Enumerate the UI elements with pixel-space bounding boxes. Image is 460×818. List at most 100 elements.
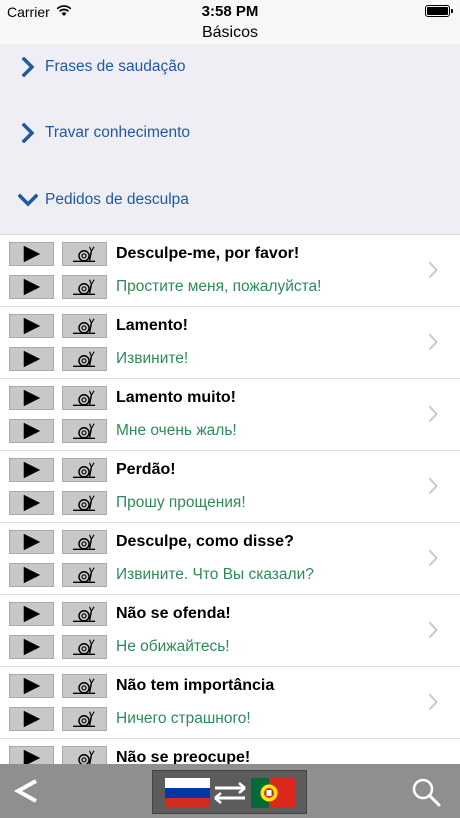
play-icon <box>23 245 41 263</box>
snail-icon <box>78 750 95 764</box>
play-icon <box>23 494 41 512</box>
phrase-text: Não tem importância <box>116 677 275 694</box>
play-translation-button[interactable] <box>9 275 54 299</box>
play-original-button[interactable] <box>9 242 54 266</box>
snail-icon <box>73 318 96 335</box>
play-translation-button[interactable] <box>9 707 54 731</box>
search-icon[interactable] <box>410 776 442 808</box>
disclosure-chevron-icon <box>428 333 438 351</box>
phrase-translation: Прошу прощения! <box>116 494 246 511</box>
snail-icon <box>73 711 96 728</box>
snail-icon <box>73 534 96 551</box>
play-translation-button[interactable] <box>9 563 54 587</box>
phrase-translation: Извините. Что Вы сказали? <box>116 566 314 583</box>
phrase-translation: Мне очень жаль! <box>116 422 237 439</box>
play-icon <box>23 710 41 728</box>
play-icon <box>23 317 41 335</box>
page-title: Básicos <box>201 24 259 41</box>
disclosure-chevron-icon <box>428 621 438 639</box>
phrase-row[interactable]: Não se preocupe! <box>0 739 460 764</box>
phrase-text: Desculpe-me, por favor! <box>116 245 300 262</box>
language-switch-button[interactable] <box>152 770 307 814</box>
play-original-button[interactable] <box>9 746 54 764</box>
section-acquaintance[interactable]: Travar conhecimento <box>0 113 460 153</box>
chevron-right-icon <box>21 123 35 143</box>
play-slow-translation-button[interactable] <box>62 491 107 515</box>
play-slow-translation-button[interactable] <box>62 707 107 731</box>
snail-icon <box>73 246 96 263</box>
phrase-translation: Извините! <box>116 350 189 367</box>
play-icon <box>23 638 41 656</box>
snail-icon <box>73 462 96 479</box>
phrase-text: Desculpe, como disse? <box>116 533 294 550</box>
play-original-button[interactable] <box>9 674 54 698</box>
play-icon <box>23 749 41 764</box>
play-icon <box>23 677 41 695</box>
chevron-down-icon <box>18 193 38 207</box>
play-original-button[interactable] <box>9 386 54 410</box>
play-icon <box>23 566 41 584</box>
snail-icon <box>73 639 96 656</box>
play-slow-translation-button[interactable] <box>62 635 107 659</box>
snail-icon <box>73 495 96 512</box>
disclosure-chevron-icon <box>428 261 438 279</box>
status-bar: Carrier 3:58 PM <box>0 0 460 22</box>
phrase-text: Não se preocupe! <box>116 749 251 764</box>
play-slow-original-button[interactable] <box>62 746 107 764</box>
battery-icon <box>425 5 453 17</box>
phrase-row[interactable]: Não tem importância Ничего страшного! <box>0 667 460 739</box>
phrase-text: Lamento! <box>116 317 188 334</box>
play-original-button[interactable] <box>9 314 54 338</box>
phrase-translation: Ничего страшного! <box>116 710 251 727</box>
snail-icon <box>73 606 96 623</box>
bottom-toolbar <box>0 764 460 818</box>
play-slow-original-button[interactable] <box>62 602 107 626</box>
play-slow-original-button[interactable] <box>62 530 107 554</box>
phrase-row[interactable]: Desculpe, como disse? Извините. Что Вы ск… <box>0 523 460 595</box>
play-icon <box>23 422 41 440</box>
category-sections: Frases de saudação Travar conhecimento P… <box>0 44 460 234</box>
play-slow-original-button[interactable] <box>62 386 107 410</box>
play-icon <box>23 605 41 623</box>
play-original-button[interactable] <box>9 602 54 626</box>
play-translation-button[interactable] <box>9 419 54 443</box>
play-slow-original-button[interactable] <box>62 314 107 338</box>
back-chevron-icon[interactable] <box>12 776 42 806</box>
phrase-row[interactable]: Lamento! Извините! <box>0 307 460 379</box>
portugal-flag-icon <box>251 778 296 808</box>
play-icon <box>23 461 41 479</box>
phrase-row[interactable]: Desculpe-me, por favor! Простите меня, по… <box>0 235 460 307</box>
play-slow-translation-button[interactable] <box>62 419 107 443</box>
phrase-row[interactable]: Não se ofenda! Не обижайтесь! <box>0 595 460 667</box>
phrase-translation: Не обижайтесь! <box>116 638 230 655</box>
section-label: Pedidos de desculpa <box>45 191 189 208</box>
section-apologies[interactable]: Pedidos de desculpa <box>0 180 460 220</box>
play-icon <box>23 278 41 296</box>
play-slow-original-button[interactable] <box>62 674 107 698</box>
play-slow-original-button[interactable] <box>62 242 107 266</box>
play-translation-button[interactable] <box>9 491 54 515</box>
snail-icon <box>73 351 96 368</box>
phrase-translation: Простите меня, пожалуйста! <box>116 278 322 295</box>
phrase-row[interactable]: Perdão! Прошу прощения! <box>0 451 460 523</box>
disclosure-chevron-icon <box>428 549 438 567</box>
play-slow-translation-button[interactable] <box>62 347 107 371</box>
play-translation-button[interactable] <box>9 635 54 659</box>
phrase-row[interactable]: Lamento muito! Мне очень жаль! <box>0 379 460 451</box>
language-switch-graphic <box>165 778 296 808</box>
play-slow-original-button[interactable] <box>62 458 107 482</box>
play-icon <box>23 350 41 368</box>
play-original-button[interactable] <box>9 530 54 554</box>
phrase-text: Lamento muito! <box>116 389 236 406</box>
phrase-text: Perdão! <box>116 461 176 478</box>
play-slow-translation-button[interactable] <box>62 275 107 299</box>
play-translation-button[interactable] <box>9 347 54 371</box>
play-slow-translation-button[interactable] <box>62 563 107 587</box>
section-label: Travar conhecimento <box>45 124 191 141</box>
phrase-text: Não se ofenda! <box>116 605 231 622</box>
snail-icon <box>73 423 96 440</box>
snail-icon <box>73 678 96 695</box>
section-greetings[interactable]: Frases de saudação <box>0 47 460 87</box>
play-original-button[interactable] <box>9 458 54 482</box>
play-icon <box>23 389 41 407</box>
